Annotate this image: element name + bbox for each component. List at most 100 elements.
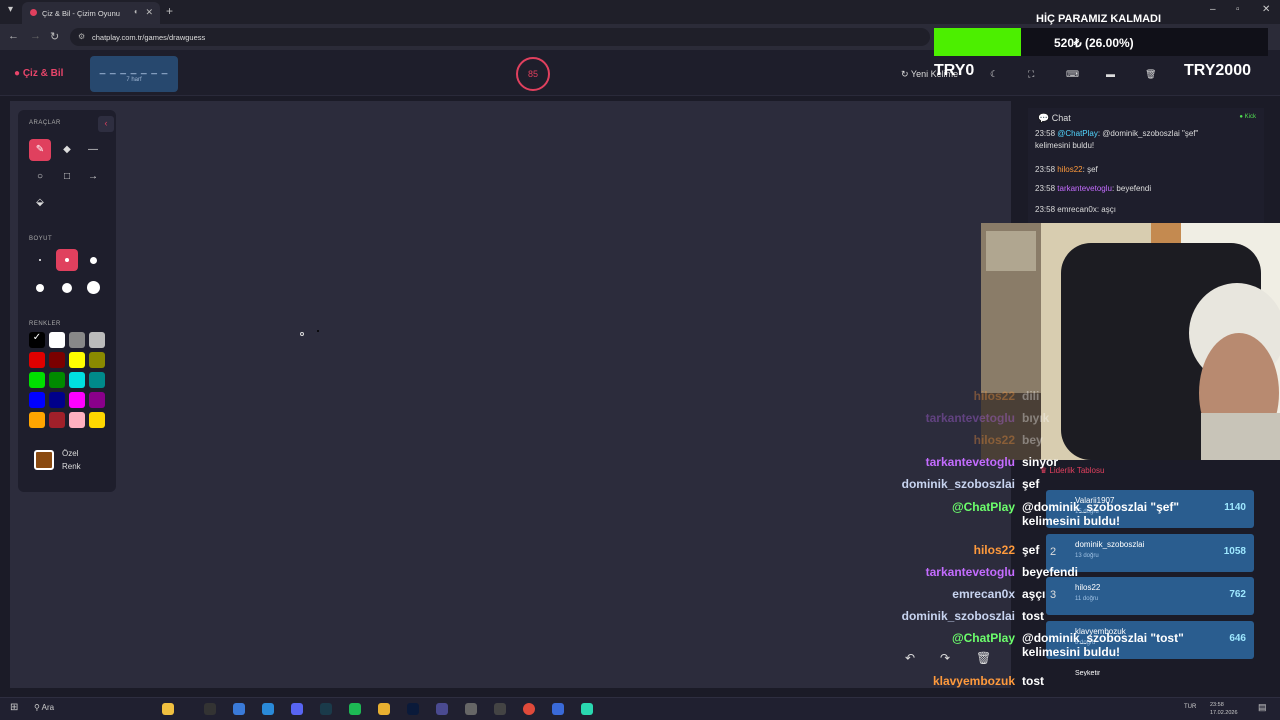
- minimize-icon[interactable]: –: [1210, 4, 1216, 15]
- chrome-icon[interactable]: [523, 703, 535, 715]
- spotify-icon[interactable]: [349, 703, 361, 715]
- collapse-panel-button[interactable]: ‹: [98, 116, 114, 132]
- color-swatch[interactable]: [29, 372, 45, 388]
- dark-mode-icon[interactable]: ☾: [990, 69, 998, 80]
- color-swatch[interactable]: [49, 412, 65, 428]
- fill-bucket-icon[interactable]: ⬙: [29, 192, 51, 214]
- speaker-icon[interactable]: ◖: [133, 7, 138, 16]
- word-hint: 7 harf: [126, 77, 142, 83]
- app-icon-5[interactable]: [552, 703, 564, 715]
- undo-icon[interactable]: ↶: [905, 651, 915, 665]
- donation-amount: 520₺ (26.00%): [1054, 36, 1134, 50]
- clear-icon[interactable]: ▬: [1106, 69, 1115, 79]
- taskbar-search[interactable]: ⚲ Ara: [34, 703, 54, 712]
- color-swatch[interactable]: [49, 332, 65, 348]
- line-icon[interactable]: —: [82, 139, 104, 161]
- overlay-chat-user: tarkantevetoglu: [925, 411, 1015, 425]
- app-icon-3[interactable]: [465, 703, 477, 715]
- new-tab-icon[interactable]: +: [166, 4, 173, 18]
- color-swatch[interactable]: [29, 412, 45, 428]
- clock[interactable]: 23:58 17.02.2026: [1210, 701, 1238, 717]
- maximize-icon[interactable]: ▫: [1236, 4, 1240, 15]
- color-swatch[interactable]: ✓: [29, 332, 45, 348]
- store-icon[interactable]: [262, 703, 274, 715]
- arrow-icon[interactable]: →: [82, 166, 104, 188]
- kick-badge: ● Kick: [1239, 114, 1256, 120]
- notification-icon[interactable]: ▤: [1258, 702, 1267, 713]
- close-tab-icon[interactable]: ✕: [145, 7, 153, 18]
- leaderboard-score: 1140: [1224, 502, 1246, 513]
- chat-message: 23:58 tarkantevetoglu: beyefendi: [1035, 184, 1152, 193]
- color-swatch[interactable]: [29, 352, 45, 368]
- start-icon[interactable]: ⊞: [10, 702, 18, 713]
- overlay-chat-message: sinyor: [1022, 455, 1059, 469]
- task-view-icon[interactable]: [204, 703, 216, 715]
- circle-icon[interactable]: ○: [29, 166, 51, 188]
- eraser-icon[interactable]: ◆: [56, 139, 78, 161]
- browser-tab[interactable]: Çiz & Bil - Çizim Oyunu ◖ ✕: [22, 2, 160, 24]
- color-swatch[interactable]: [89, 392, 105, 408]
- size-5[interactable]: [62, 283, 72, 293]
- reload-icon[interactable]: ↻: [50, 30, 59, 43]
- photoshop-icon[interactable]: [407, 703, 419, 715]
- folder-icon[interactable]: [378, 703, 390, 715]
- donation-bar: 520₺ (26.00%): [934, 28, 1268, 56]
- fullscreen-icon[interactable]: ⛶: [1028, 69, 1034, 80]
- discord-icon[interactable]: [291, 703, 303, 715]
- tab-list-icon[interactable]: ▾: [8, 4, 13, 15]
- color-swatch[interactable]: [89, 352, 105, 368]
- url-field[interactable]: ⚙ chatplay.com.tr/games/drawguess: [70, 28, 930, 46]
- language-indicator[interactable]: TUR: [1184, 704, 1196, 710]
- canvas-stroke: [317, 330, 319, 332]
- chat-panel: 💬 Chat ● Kick 23:58 @ChatPlay: @dominik_…: [1028, 108, 1264, 223]
- size-2-dot: [65, 258, 69, 262]
- app-icon-4[interactable]: [494, 703, 506, 715]
- size-3[interactable]: [90, 257, 97, 264]
- round-timer: 85: [516, 57, 550, 91]
- overlay-chat-user: klavyembozuk: [932, 674, 1015, 688]
- close-window-icon[interactable]: ✕: [1262, 4, 1270, 15]
- color-swatch[interactable]: [69, 332, 85, 348]
- copilot-icon[interactable]: [162, 703, 174, 715]
- overlay-chat-message: bıyık: [1022, 411, 1050, 425]
- size-6[interactable]: [87, 281, 100, 294]
- color-swatch[interactable]: [29, 392, 45, 408]
- site-info-icon[interactable]: ⚙: [78, 32, 85, 41]
- color-swatch[interactable]: [49, 372, 65, 388]
- back-icon[interactable]: ←: [8, 30, 19, 42]
- color-swatch[interactable]: [89, 412, 105, 428]
- forward-icon[interactable]: →: [30, 30, 41, 42]
- try-left-label: TRY0: [934, 62, 975, 79]
- overlay-chat-user: tarkantevetoglu: [925, 455, 1015, 469]
- clear-canvas-icon[interactable]: 🗑: [976, 651, 991, 665]
- overlay-chat-message: dili: [1022, 389, 1040, 403]
- app-icon-2[interactable]: [436, 703, 448, 715]
- keyboard-icon[interactable]: ⌨: [1066, 69, 1079, 80]
- leaderboard-score: 646: [1229, 633, 1246, 644]
- rectangle-icon[interactable]: □: [56, 166, 78, 188]
- color-swatch[interactable]: [89, 372, 105, 388]
- chat-icon: 💬: [1038, 113, 1050, 123]
- size-1[interactable]: [39, 259, 41, 261]
- try-right-label: TRY2000: [1184, 62, 1251, 79]
- color-swatch[interactable]: [69, 352, 85, 368]
- overlay-chat-user: emrecan0x: [952, 587, 1015, 601]
- chat-message: 23:58 @ChatPlay: @dominik_szoboszlai "şe…: [1035, 129, 1199, 150]
- app-icon-6[interactable]: [581, 703, 593, 715]
- app-icon-1[interactable]: [320, 703, 332, 715]
- chat-header: 💬 Chat: [1038, 113, 1071, 123]
- pencil-icon[interactable]: ✎: [29, 139, 51, 161]
- size-4[interactable]: [36, 284, 44, 292]
- color-swatch[interactable]: [49, 392, 65, 408]
- color-swatch[interactable]: [49, 352, 65, 368]
- overlay-chat-message: tost: [1022, 674, 1044, 688]
- color-swatch[interactable]: [69, 372, 85, 388]
- word-box: _ _ _ _ _ _ _ 7 harf: [90, 56, 178, 92]
- color-swatch[interactable]: [69, 392, 85, 408]
- custom-color-button[interactable]: [34, 450, 54, 470]
- redo-icon[interactable]: ↷: [940, 651, 950, 665]
- color-swatch[interactable]: [69, 412, 85, 428]
- trash-icon[interactable]: 🗑: [1145, 69, 1156, 80]
- color-swatch[interactable]: [89, 332, 105, 348]
- edge-icon[interactable]: [233, 703, 245, 715]
